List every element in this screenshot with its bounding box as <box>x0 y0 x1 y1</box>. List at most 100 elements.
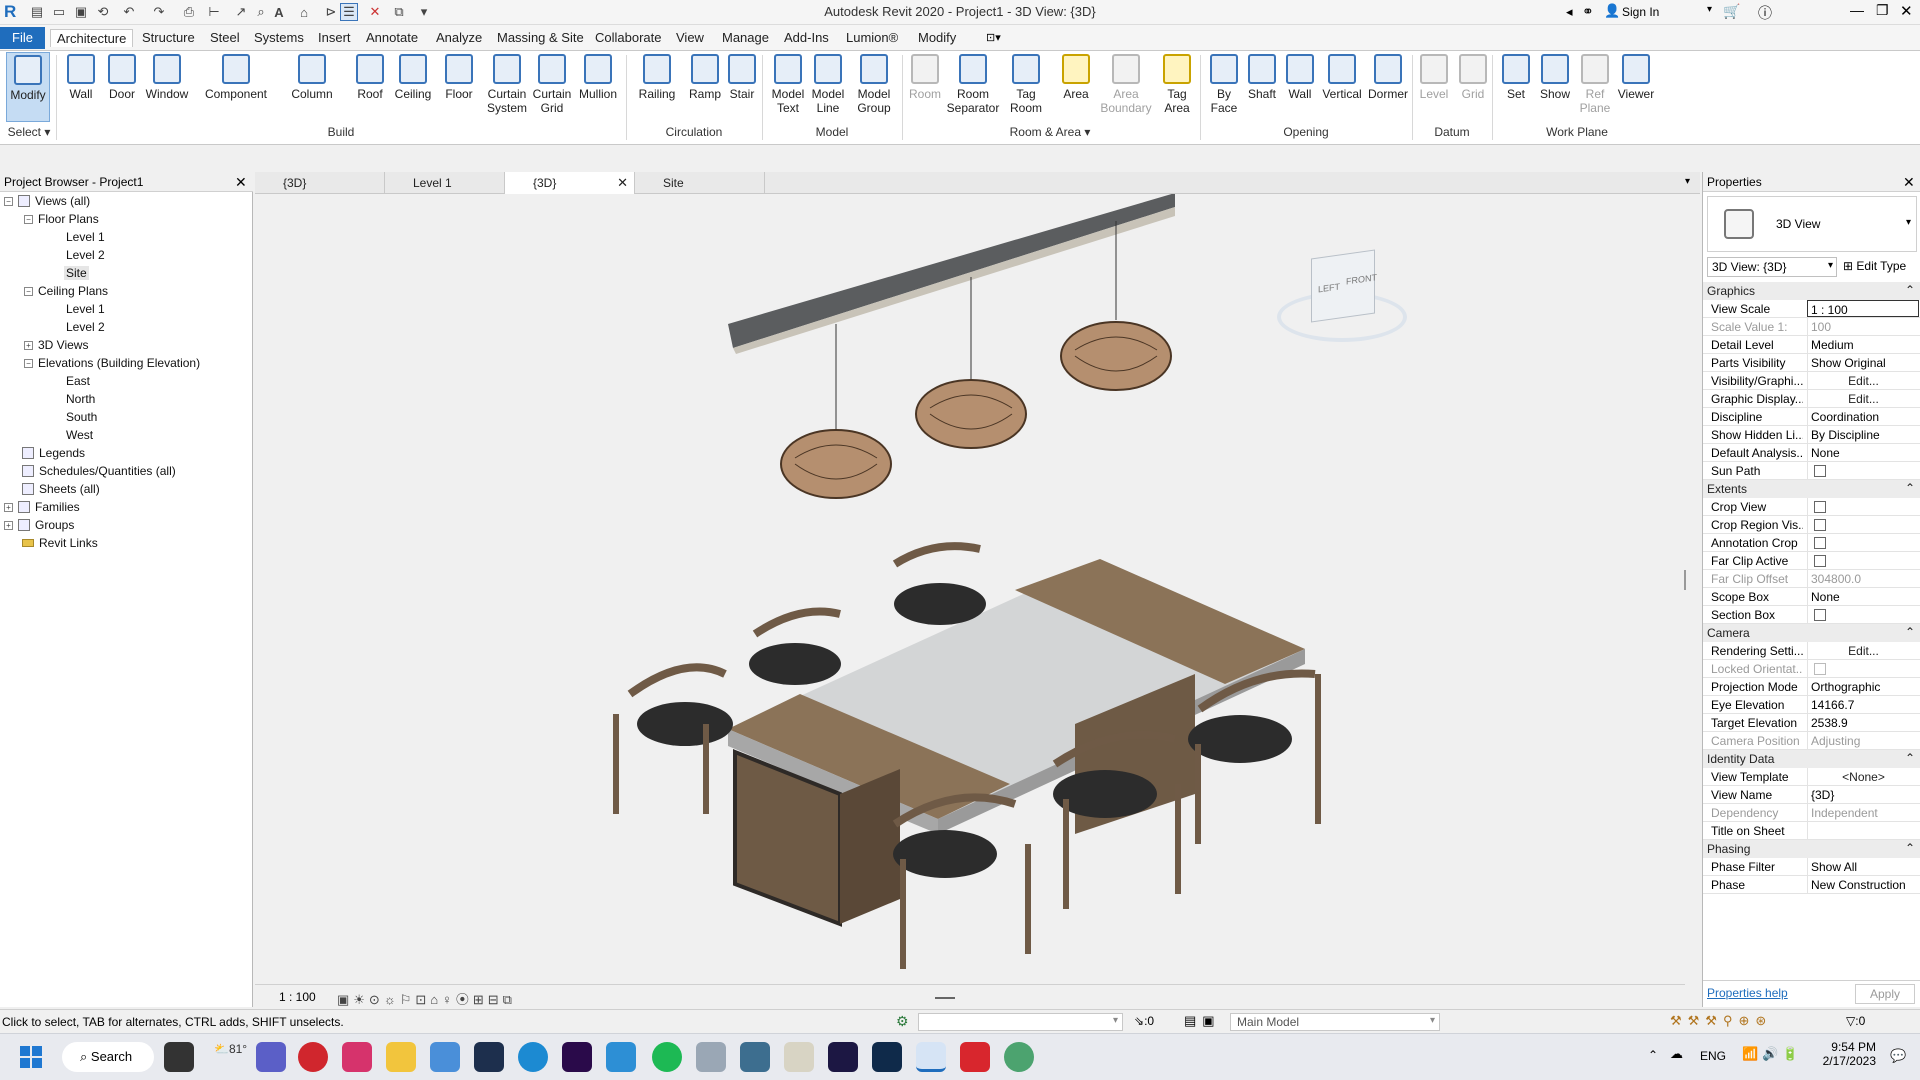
edit-type-button[interactable]: ⊞ Edit Type <box>1843 259 1906 273</box>
railing-tool[interactable]: Railing <box>634 52 680 122</box>
menu-massing-site[interactable]: Massing & Site <box>491 29 590 47</box>
spotify-icon[interactable] <box>652 1042 682 1072</box>
menu-steel[interactable]: Steel <box>204 29 246 47</box>
notifications-icon[interactable]: 💬 <box>1890 1048 1906 1064</box>
tree-elev-east[interactable]: East <box>66 374 90 388</box>
selection-options-icons[interactable]: ⚒⚒⚒⚲⊕⊛ <box>1670 1013 1772 1029</box>
model-text-tool[interactable]: Model Text <box>766 52 810 122</box>
prop-row[interactable]: Eye Elevation 14166.7 <box>1703 696 1920 714</box>
area-tool[interactable]: Area <box>1054 52 1098 122</box>
menu-modify[interactable]: Modify <box>912 29 962 47</box>
instagram-icon[interactable] <box>342 1042 372 1072</box>
window-tool[interactable]: Window <box>145 52 189 122</box>
file-explorer-icon[interactable] <box>386 1042 416 1072</box>
design-option-dropdown[interactable]: Main Model ▾ <box>1230 1013 1440 1031</box>
view-scale[interactable]: 1 : 100 <box>279 990 316 1004</box>
menu-manage[interactable]: Manage <box>716 29 775 47</box>
panel-room-area[interactable]: Room & Area ▾ <box>902 125 1198 139</box>
prop-row[interactable]: Scope Box None <box>1703 588 1920 606</box>
door-tool[interactable]: Door <box>100 52 144 122</box>
tree-elevations[interactable]: − Elevations (Building Elevation) <box>24 356 200 370</box>
tree-ceiling-level-1[interactable]: Level 1 <box>66 302 105 316</box>
tree-ceiling-plans[interactable]: − Ceiling Plans <box>24 284 108 298</box>
premiere-icon[interactable] <box>562 1042 592 1072</box>
prop-row[interactable]: Phase Filter Show All <box>1703 858 1920 876</box>
apply-button[interactable]: Apply <box>1855 984 1915 1004</box>
onedrive-icon[interactable]: ☁ <box>1670 1046 1683 1062</box>
start-button[interactable] <box>20 1046 42 1068</box>
grid-tool[interactable]: Grid <box>1451 52 1495 122</box>
lightroom-icon[interactable] <box>474 1042 504 1072</box>
after-effects-icon[interactable] <box>828 1042 858 1072</box>
prop-row[interactable]: View Scale 1 : 100 <box>1703 300 1920 318</box>
menu-file[interactable]: File <box>0 27 45 49</box>
viewport-splitter[interactable] <box>1684 570 1686 590</box>
sign-in-dropdown-icon[interactable]: ▾ <box>1707 4 1712 15</box>
ceiling-tool[interactable]: Ceiling <box>391 52 435 122</box>
column-tool[interactable]: Column <box>288 52 336 122</box>
tabs-menu-icon[interactable]: ▾ <box>1685 176 1690 187</box>
tree-elev-south[interactable]: South <box>66 410 97 424</box>
design-options-icons[interactable]: ▤▣ <box>1184 1013 1221 1029</box>
prop-row[interactable]: Title on Sheet <box>1703 822 1920 840</box>
collapse-icon[interactable]: − <box>24 286 33 296</box>
prop-row[interactable]: Show Hidden Li... By Discipline <box>1703 426 1920 444</box>
edit-button[interactable]: Edit... <box>1807 372 1919 389</box>
view-cube[interactable]: LEFT FRONT <box>1277 249 1407 344</box>
minimize-button[interactable]: — <box>1850 2 1864 18</box>
tree-ceiling-level-2[interactable]: Level 2 <box>66 320 105 334</box>
prop-row[interactable]: Target Elevation 2538.9 <box>1703 714 1920 732</box>
prop-row[interactable]: Parts Visibility Show Original <box>1703 354 1920 372</box>
tree-elev-north[interactable]: North <box>66 392 95 406</box>
curtain-grid-tool[interactable]: Curtain Grid <box>530 52 574 122</box>
menu-annotate[interactable]: Annotate <box>360 29 424 47</box>
tree-revit-links[interactable]: Revit Links <box>22 536 98 550</box>
type-selector[interactable]: 3D View ▾ <box>1707 196 1917 252</box>
tree-sheets[interactable]: Sheets (all) <box>22 482 100 496</box>
clock[interactable]: 9:54 PM 2/17/2023 <box>1822 1040 1876 1068</box>
menu-view[interactable]: View <box>670 29 710 47</box>
sketchup-icon[interactable] <box>696 1042 726 1072</box>
autocad-red-icon[interactable] <box>960 1042 990 1072</box>
opera-icon[interactable] <box>298 1042 328 1072</box>
section-identity-data[interactable]: Identity Data ⌃ <box>1703 750 1920 768</box>
workset-icon[interactable]: ⚙ <box>896 1013 909 1030</box>
prop-row[interactable]: View Template <None> <box>1703 768 1920 786</box>
vertical-opening-tool[interactable]: Vertical <box>1318 52 1366 122</box>
autocad-icon[interactable] <box>740 1042 770 1072</box>
section-camera[interactable]: Camera ⌃ <box>1703 624 1920 642</box>
annotation-crop-checkbox[interactable] <box>1814 537 1826 549</box>
infocenter-icon[interactable]: ⚭ <box>1582 3 1594 20</box>
prop-row[interactable]: Visibility/Graphi... Edit... <box>1703 372 1920 390</box>
edit-button[interactable]: Edit... <box>1807 642 1919 659</box>
search-arrow-icon[interactable]: ◂ <box>1566 4 1573 20</box>
show-tool[interactable]: Show <box>1533 52 1577 122</box>
tree-views-all[interactable]: − Views (all) <box>4 194 90 208</box>
panel-select[interactable]: Select ▾ <box>6 125 52 139</box>
floor-tool[interactable]: Floor <box>437 52 481 122</box>
revit-taskbar-icon[interactable] <box>916 1042 946 1072</box>
section-extents[interactable]: Extents ⌃ <box>1703 480 1920 498</box>
prop-row[interactable]: Section Box <box>1703 606 1920 624</box>
collapse-icon[interactable]: − <box>24 214 33 224</box>
task-view-icon[interactable] <box>164 1042 194 1072</box>
component-tool[interactable]: Component <box>198 52 274 122</box>
prop-row[interactable]: Rendering Setti... Edit... <box>1703 642 1920 660</box>
view-controls-icons[interactable]: ▣☀⊙☼⚐⊡⌂♀⦿⊞⊟⧉ <box>337 989 516 1008</box>
menu-lumion[interactable]: Lumion® <box>840 29 904 47</box>
set-tool[interactable]: Set <box>1494 52 1538 122</box>
3d-viewport[interactable]: LEFT FRONT <box>255 194 1686 984</box>
prop-row[interactable]: Crop Region Vis... <box>1703 516 1920 534</box>
area-boundary-tool[interactable]: Area Boundary <box>1096 52 1156 122</box>
tree-floor-level-1[interactable]: Level 1 <box>66 230 105 244</box>
tag-room-tool[interactable]: Tag Room <box>1004 52 1048 122</box>
model-group-tool[interactable]: Model Group <box>852 52 896 122</box>
type-dropdown-icon[interactable]: ▾ <box>1906 217 1911 228</box>
prop-row[interactable]: View Name {3D} <box>1703 786 1920 804</box>
taskbar-search[interactable]: ⌕ Search <box>62 1042 154 1072</box>
room-separator-tool[interactable]: Room Separator <box>944 52 1002 122</box>
far-clip-checkbox[interactable] <box>1814 555 1826 567</box>
chrome-icon[interactable] <box>1004 1042 1034 1072</box>
crop-region-checkbox[interactable] <box>1814 519 1826 531</box>
menu-structure[interactable]: Structure <box>136 29 201 47</box>
